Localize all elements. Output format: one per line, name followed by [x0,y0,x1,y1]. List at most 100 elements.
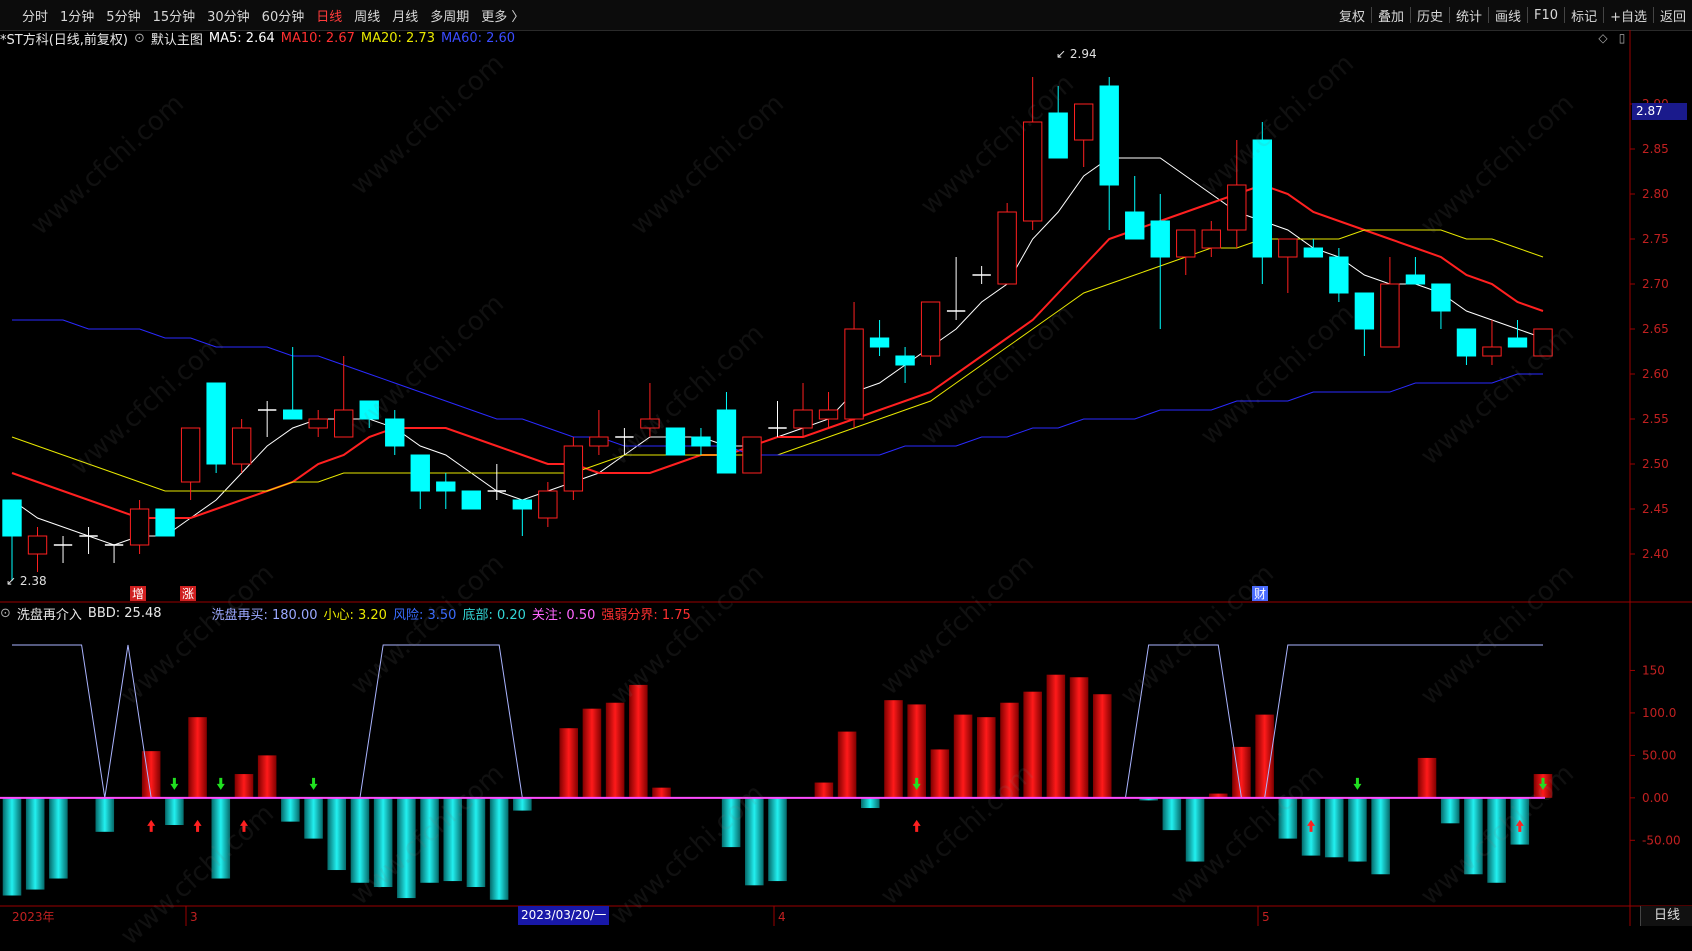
indicator-bar-up [1092,694,1112,798]
watermark-text: www.cfchi.com [604,558,770,712]
price-axis-label: 2.60 [1642,367,1669,381]
indicator-bar-down [420,797,439,883]
ma60-label: MA60: 2.60 [440,30,516,46]
candle-body [869,337,890,348]
watermark-text: www.cfchi.com [1414,758,1580,912]
red-up-arrow-icon [239,819,248,832]
indicator-bar-down [304,797,323,839]
indicator-bar-up [1069,677,1089,798]
ma-line-ma60 [12,319,1543,456]
watermark-text: www.cfchi.com [1164,758,1330,912]
red-up-arrow-icon [193,819,202,832]
watermark-text: www.cfchi.com [1194,298,1360,452]
watermark-text: www.cfchi.com [874,758,1040,912]
indicator-axis-label: 50.00 [1642,748,1676,762]
indicator-dropdown-icon[interactable]: ⊙ [0,606,11,621]
indicator-bar-down [745,797,764,886]
toolbar-button[interactable]: 统计 [1450,0,1488,30]
kline-chart[interactable]: 2.902.852.802.752.702.652.602.552.502.45… [0,0,1692,926]
price-axis-label: 2.40 [1642,547,1669,561]
indicator-item: 小心: 3.20 [323,607,387,623]
candle-body [1022,121,1043,222]
toolbar-button[interactable]: 标记 [1565,0,1603,30]
candle-body [129,508,150,546]
period-tab[interactable]: 1分钟 [54,0,100,30]
candle-body [1482,346,1502,357]
candle-body [27,535,48,555]
watermark-text: www.cfchi.com [114,798,280,951]
watermark-text: www.cfchi.com [64,328,230,482]
template-dropdown-icon[interactable]: ⊙ [134,31,145,46]
candle-body [436,481,456,492]
indicator-bar-down [1510,797,1530,845]
candle-body [1303,247,1324,258]
indicator-bar-down [861,797,880,809]
month-label: 4 [778,910,786,924]
toolbar-button[interactable]: 返回 [1654,0,1692,30]
price-axis-label: 2.70 [1642,277,1669,291]
candle-body [334,409,354,438]
watermark-text: www.cfchi.com [24,88,190,242]
daily-button[interactable]: 日线 [1640,906,1692,926]
candle-body [180,427,201,483]
red-up-arrow-icon [1307,819,1316,832]
template-name[interactable]: 默认主图 [151,29,203,48]
indicator-bar-down [1487,797,1506,883]
indicator-bar-down [1139,797,1158,801]
period-tab[interactable]: 日线 [310,0,348,30]
candle-body [155,508,175,537]
indicator-bar-down [1371,797,1390,875]
indicator-bar-up [629,684,648,798]
symbol-title: *ST方科(日线,前复权) [0,32,128,48]
indicator-bar-down [327,797,347,871]
indicator-bar-up [814,782,834,798]
indicator-bar-down [211,797,231,879]
period-tab[interactable]: 月线 [386,0,424,30]
indicator-bar-down [1464,797,1483,875]
indicator-bar-up [1046,674,1066,798]
indicator-bar-up [1023,691,1042,798]
period-tab[interactable]: 5分钟 [100,0,146,30]
candle-body [1354,292,1375,330]
indicator-bar-down [466,797,486,888]
candle-body [818,409,839,420]
indicator-bar-down [2,797,22,896]
period-tab[interactable]: 分时 [0,0,54,30]
indicator-bar-down [1348,797,1367,862]
toolbar-button[interactable]: 画线 [1489,0,1527,30]
candle-body [640,418,660,429]
red-up-arrow-icon [912,819,921,832]
period-tab[interactable]: 多周期 [424,0,475,30]
price-axis-label: 2.45 [1642,502,1669,516]
indicator-bar-up [837,731,857,798]
toolbar-button[interactable]: 历史 [1411,0,1449,30]
indicator-bar-down [1440,797,1460,824]
indicator-bar-up [930,749,950,798]
indicator-bar-down [1278,797,1298,839]
watermark-text: www.cfchi.com [114,558,280,712]
candle-body [1201,229,1221,249]
toolbar-button[interactable]: 叠加 [1372,0,1410,30]
indicator-bar-up [652,787,671,798]
candle-body [308,418,328,429]
toolbar-button[interactable]: +自选 [1604,0,1653,30]
watermark-text: www.cfchi.com [344,758,510,912]
indicator-bar-down [1162,797,1182,831]
candle-body [1125,211,1145,240]
candle-body [716,409,737,474]
toolbar-button[interactable]: F10 [1528,0,1564,30]
candle-body [1431,283,1451,312]
indicator-item: 洗盘再买: 180.00 [211,607,318,623]
period-tab[interactable]: 60分钟 [256,0,311,30]
indicator-name[interactable]: 洗盘再介入 [17,604,82,623]
period-tab[interactable]: 15分钟 [147,0,202,30]
period-tab[interactable]: 30分钟 [201,0,256,30]
indicator-bar-down [397,797,416,899]
toolbar-button[interactable]: 复权 [1333,0,1371,30]
period-tab[interactable]: 周线 [348,0,386,30]
watermark-text: www.cfchi.com [914,298,1080,452]
candle-body [206,382,226,465]
indicator-bar-up [559,728,579,798]
period-tab[interactable]: 更多 〉 [475,0,530,30]
price-axis-label: 2.75 [1642,232,1669,246]
